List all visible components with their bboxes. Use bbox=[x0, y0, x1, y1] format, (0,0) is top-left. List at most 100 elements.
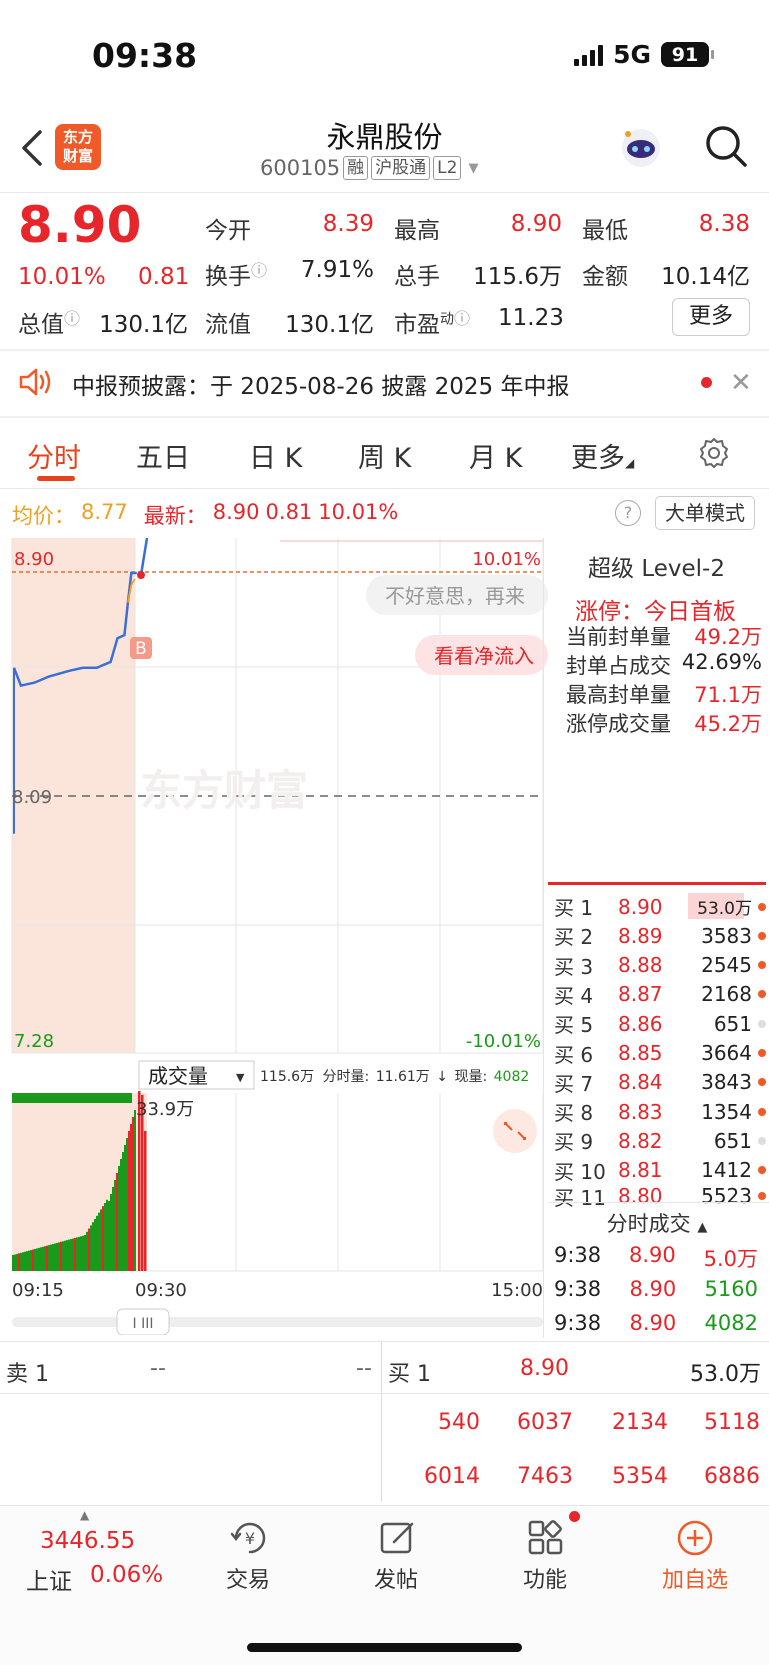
index-value[interactable]: 3446.55 bbox=[40, 1528, 135, 1554]
search-icon[interactable] bbox=[704, 124, 748, 168]
open-value: 8.39 bbox=[322, 211, 374, 237]
ticks-header[interactable]: 分时成交 ▲ bbox=[548, 1208, 766, 1238]
gear-icon[interactable] bbox=[697, 436, 731, 470]
tab-weekly-k[interactable]: 周 K bbox=[358, 436, 411, 475]
functions-icon[interactable] bbox=[526, 1518, 566, 1558]
nav-trade[interactable]: 交易 bbox=[198, 1562, 298, 1594]
pct-axis-top: 10.01% bbox=[472, 549, 541, 570]
svg-text:I III: I III bbox=[133, 1316, 154, 1332]
volume-bar bbox=[94, 1219, 96, 1271]
nav-functions[interactable]: 功能 bbox=[495, 1562, 595, 1594]
volume-bar bbox=[18, 1253, 20, 1271]
post-icon[interactable] bbox=[378, 1518, 418, 1558]
volume-bar bbox=[84, 1235, 86, 1271]
tag-connect: 沪股通 bbox=[371, 156, 431, 180]
volume-bar bbox=[68, 1239, 70, 1271]
x-label-open: 09:30 bbox=[135, 1280, 187, 1301]
turnover-label[interactable]: 换手ⓘ bbox=[205, 257, 267, 291]
tab-five-day[interactable]: 五日 bbox=[136, 436, 190, 475]
order-book-row: 买 2 8.89 3583 bbox=[554, 921, 766, 950]
volume-bar bbox=[110, 1194, 112, 1271]
level2-title[interactable]: 超级 Level-2 bbox=[544, 549, 769, 583]
high-value: 8.90 bbox=[510, 211, 562, 237]
volume-bar bbox=[40, 1247, 42, 1271]
l2-stat-row: 涨停成交量 45.2万 bbox=[566, 712, 762, 736]
volume-bar bbox=[144, 1131, 147, 1271]
more-button[interactable]: 更多 bbox=[672, 298, 750, 336]
tab-intraday[interactable]: 分时 bbox=[27, 436, 81, 475]
dropdown-icon: ▼ bbox=[468, 160, 479, 176]
volume-bar bbox=[14, 1254, 16, 1271]
order-dot bbox=[758, 1136, 766, 1145]
order-dot bbox=[758, 1192, 766, 1200]
battery-icon: 91 bbox=[661, 42, 714, 67]
volume-bar bbox=[98, 1212, 100, 1271]
volume-bar bbox=[124, 1145, 126, 1271]
order-book-row: 买 1 8.90 53.0万 bbox=[554, 892, 766, 921]
tab-monthly-k[interactable]: 月 K bbox=[469, 436, 522, 475]
tab-more[interactable]: 更多◢ bbox=[571, 436, 634, 475]
x-label-start: 09:15 bbox=[12, 1280, 64, 1301]
toast-text: 不好意思，再来 bbox=[385, 584, 525, 608]
volume-summary: 115.6万 分时量: 11.61万 ↓ 现量: 4082 bbox=[260, 1069, 529, 1085]
info-icon: ⓘ bbox=[454, 309, 471, 328]
volume-bar bbox=[120, 1159, 122, 1271]
volume-bar bbox=[102, 1206, 104, 1271]
limit-point-marker bbox=[137, 571, 145, 579]
assistant-robot-icon[interactable] bbox=[618, 124, 664, 170]
network-label: 5G bbox=[613, 40, 651, 69]
collapse-icon[interactable]: ▲ bbox=[80, 1508, 89, 1522]
dropdown-icon: ▼ bbox=[236, 1071, 245, 1084]
order-book-row: 买 10 8.81 1412 bbox=[554, 1156, 766, 1185]
close-icon[interactable]: ✕ bbox=[730, 368, 752, 398]
volume-bar bbox=[32, 1249, 34, 1271]
expand-button[interactable] bbox=[493, 1109, 537, 1153]
nav-add-watchlist[interactable]: 加自选 bbox=[645, 1562, 745, 1594]
tab-daily-k[interactable]: 日 K bbox=[249, 436, 302, 475]
chart-scrollbar[interactable] bbox=[12, 1317, 543, 1327]
add-watchlist-icon[interactable] bbox=[675, 1518, 715, 1558]
svg-text:看看净流入: 看看净流入 bbox=[434, 644, 534, 668]
amount-value: 10.14亿 bbox=[661, 264, 750, 290]
volume-bar bbox=[118, 1166, 120, 1271]
volume-bar bbox=[134, 1110, 136, 1271]
pe-label[interactable]: 市盈动ⓘ bbox=[394, 305, 470, 339]
volume-bar bbox=[72, 1238, 74, 1271]
order-book-row: 买 4 8.87 2168 bbox=[554, 980, 766, 1009]
queue-item: 6886 bbox=[704, 1464, 760, 1489]
mktcap-label[interactable]: 总值ⓘ bbox=[18, 305, 80, 339]
bottom-buy-label: 买 1 bbox=[388, 1362, 431, 1387]
volume-bar bbox=[80, 1236, 82, 1271]
volume-bar bbox=[74, 1237, 76, 1271]
notice-text[interactable]: 中报预披露：于 2025-08-26 披露 2025 年中报 bbox=[72, 367, 569, 401]
pe-value: 11.23 bbox=[498, 305, 564, 331]
order-dot bbox=[758, 1166, 766, 1175]
order-dot bbox=[758, 1107, 766, 1116]
trade-icon[interactable]: ¥ bbox=[228, 1518, 272, 1558]
home-indicator[interactable] bbox=[247, 1643, 522, 1652]
nav-post[interactable]: 发帖 bbox=[346, 1562, 446, 1594]
volume-bar bbox=[100, 1209, 102, 1271]
price-axis-top: 8.90 bbox=[14, 549, 54, 570]
index-percent: 0.06% bbox=[90, 1562, 164, 1588]
stock-code-line[interactable]: 600105 融 沪股通 L2 ▼ bbox=[260, 156, 478, 180]
unread-dot bbox=[701, 377, 712, 388]
big-order-mode-button[interactable]: 大单模式 bbox=[655, 496, 755, 530]
volume-bar bbox=[52, 1244, 54, 1271]
volume-bar bbox=[116, 1173, 118, 1271]
order-dot bbox=[758, 902, 766, 911]
queue-item: 6037 bbox=[517, 1410, 573, 1435]
volume-bar bbox=[30, 1250, 32, 1271]
help-icon[interactable]: ? bbox=[615, 500, 641, 526]
tick-row: 9:38 8.90 4082 bbox=[554, 1311, 758, 1335]
volume-bar bbox=[106, 1199, 108, 1271]
volume-bar bbox=[122, 1152, 124, 1271]
low-label: 最低 bbox=[582, 218, 628, 244]
order-dot bbox=[758, 990, 766, 999]
volume-bar bbox=[96, 1215, 98, 1271]
volume-bar bbox=[56, 1242, 58, 1271]
order-book-row: 买 11 8.80 5523 bbox=[554, 1185, 766, 1207]
intraday-chart[interactable]: 东方财富 B 不好意思，再来 看看净流入 8.90 8.09 7.28 10.0… bbox=[0, 535, 548, 1335]
signal-icon bbox=[574, 44, 604, 66]
volume-bar bbox=[104, 1203, 106, 1271]
